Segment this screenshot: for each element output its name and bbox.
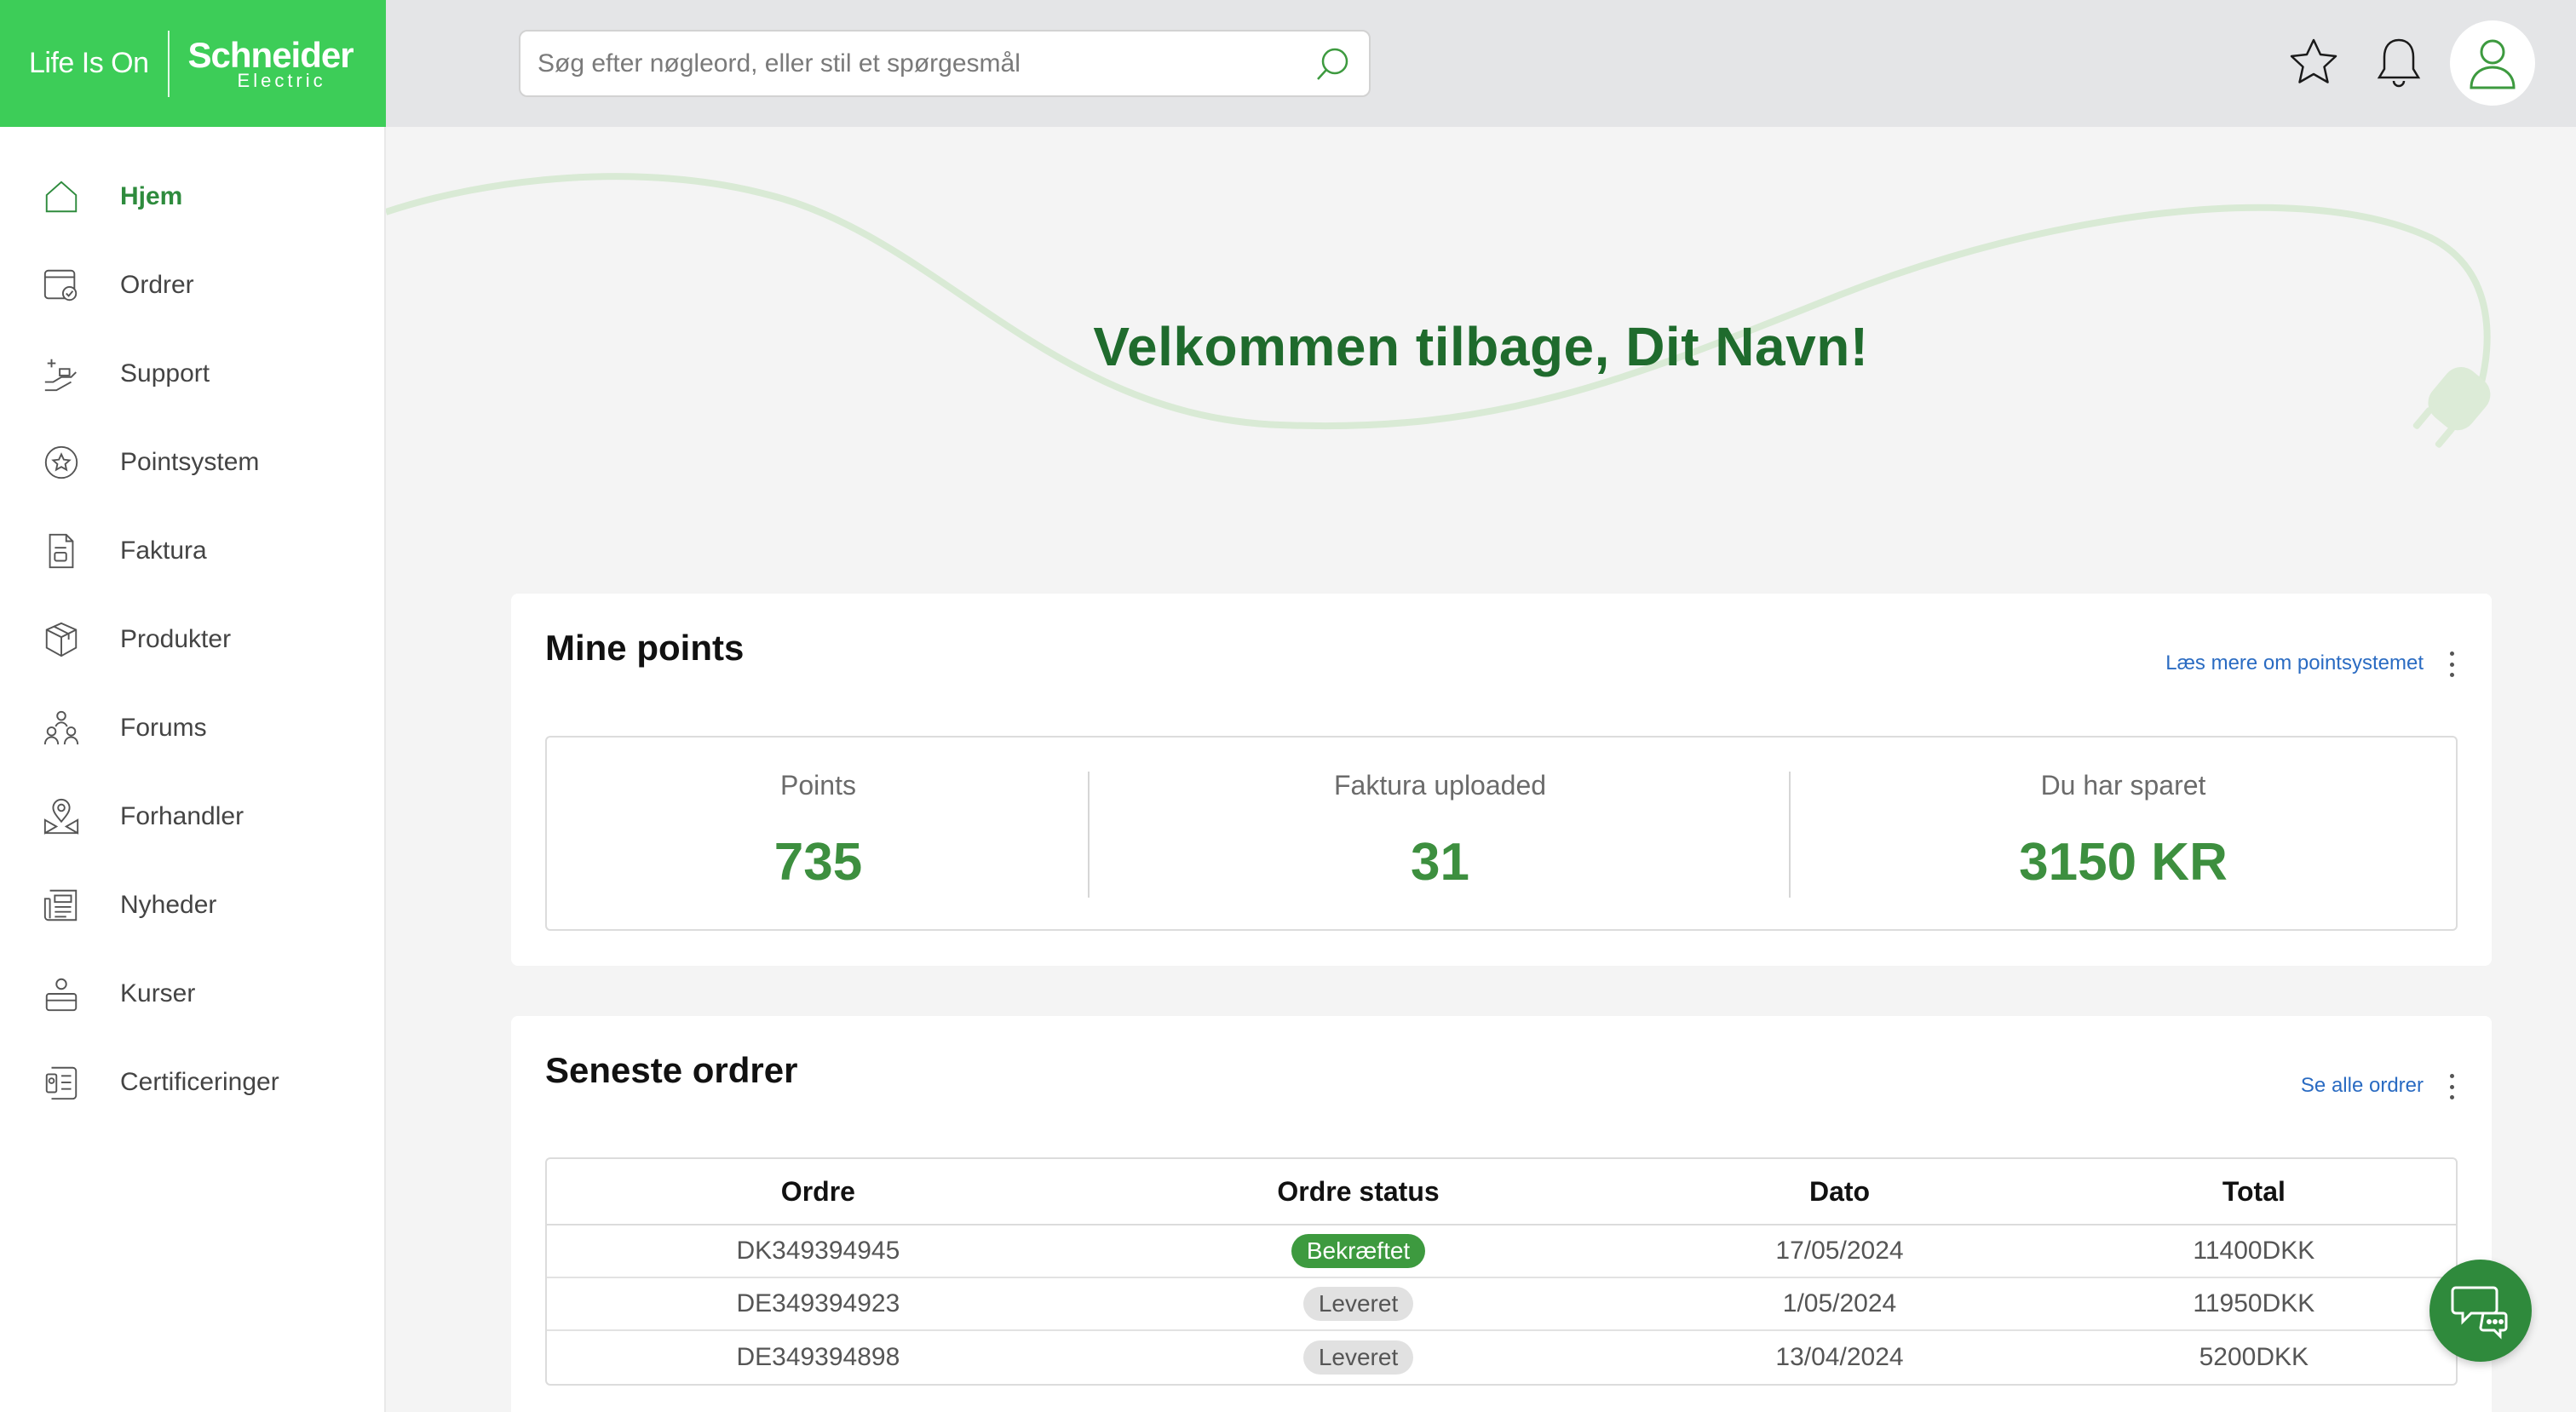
search-bar[interactable] — [519, 30, 1371, 97]
points-card-title: Mine points — [545, 628, 745, 668]
sidebar-nav: Hjem Ordrer Support Pointsystem Faktura — [0, 152, 384, 1127]
order-date: 17/05/2024 — [1627, 1225, 2052, 1278]
welcome-heading: Velkommen tilbage, Dit Navn! — [1093, 316, 1869, 377]
sidebar-item-certificeringer[interactable]: Certificeringer — [0, 1038, 384, 1127]
more-menu-icon[interactable] — [2447, 651, 2456, 677]
points-stats: Points 735 Faktura uploaded 31 Du har sp… — [545, 736, 2458, 931]
sidebar-item-hjem[interactable]: Hjem — [0, 152, 384, 241]
forum-people-icon — [41, 708, 82, 749]
table-row[interactable]: DE349394923 Leveret 1/05/2024 11950DKK — [547, 1278, 2456, 1331]
chat-support-icon — [2451, 1286, 2508, 1340]
column-header: Ordre — [547, 1159, 1090, 1225]
order-status-cell: Bekræftet — [1089, 1225, 1628, 1278]
status-badge: Bekræftet — [1291, 1234, 1426, 1268]
support-icon — [41, 353, 82, 394]
more-menu-icon[interactable] — [2447, 1074, 2456, 1099]
brand-logo[interactable]: Life Is On Schneider Electric — [0, 0, 386, 127]
see-all-orders-link[interactable]: Se alle ordrer — [2301, 1074, 2424, 1098]
search-input[interactable] — [538, 49, 1314, 78]
star-icon[interactable] — [2283, 32, 2344, 94]
certificate-icon — [41, 1062, 82, 1103]
order-status-cell: Leveret — [1089, 1278, 1628, 1331]
table-row[interactable]: DE349394898 Leveret 13/04/2024 5200DKK — [547, 1331, 2456, 1384]
column-header: Dato — [1627, 1159, 2052, 1225]
home-icon — [41, 176, 82, 217]
orders-table: Ordre Ordre status Dato Total DK34939494… — [545, 1157, 2458, 1386]
table-row[interactable]: DK349394945 Bekræftet 17/05/2024 11400DK… — [547, 1225, 2456, 1278]
user-icon — [2470, 39, 2516, 89]
sidebar-item-nyheder[interactable]: Nyheder — [0, 861, 384, 950]
order-date: 1/05/2024 — [1627, 1278, 2052, 1331]
stat-points: Points 735 — [547, 738, 1090, 929]
stat-value: 735 — [773, 833, 863, 892]
header-actions — [2259, 20, 2535, 106]
bell-icon[interactable] — [2368, 32, 2429, 94]
sidebar-item-label: Forhandler — [120, 802, 244, 830]
points-star-icon — [41, 442, 82, 483]
order-id: DE349394898 — [736, 1343, 900, 1371]
order-id: DE349394923 — [547, 1278, 1090, 1331]
status-badge: Leveret — [1302, 1340, 1414, 1375]
stat-label: Faktura uploaded — [1333, 770, 1547, 801]
orders-card: Seneste ordrer Se alle ordrer Ordre Ordr… — [511, 1016, 2492, 1412]
sidebar-item-pointsystem[interactable]: Pointsystem — [0, 418, 384, 507]
top-header — [386, 0, 2576, 127]
brand-sub: Electric — [237, 69, 326, 91]
dealer-location-icon — [41, 796, 82, 837]
sidebar-item-label: Kurser — [120, 979, 196, 1007]
stat-value: 31 — [1411, 833, 1469, 892]
newspaper-icon — [41, 885, 82, 926]
order-status-cell: Leveret — [1090, 1331, 1628, 1384]
sidebar-item-label: Produkter — [120, 625, 232, 653]
stat-label: Du har sparet — [2040, 770, 2206, 801]
sidebar-item-label: Support — [120, 359, 210, 387]
stat-invoices: Faktura uploaded 31 — [1090, 738, 1791, 929]
orders-card-title: Seneste ordrer — [545, 1050, 798, 1090]
sidebar-item-faktura[interactable]: Faktura — [0, 507, 384, 595]
sidebar-item-forums[interactable]: Forums — [0, 684, 384, 772]
order-date: 13/04/2024 — [1775, 1343, 1904, 1371]
order-total: 11400DKK — [2051, 1225, 2456, 1278]
logo-divider — [167, 30, 170, 97]
table-header-row: Ordre Ordre status Dato Total — [547, 1159, 2456, 1225]
user-avatar[interactable] — [2450, 20, 2535, 106]
order-total: 11950DKK — [2051, 1278, 2456, 1331]
brand-name: Schneider — [187, 34, 354, 75]
sidebar-item-kurser[interactable]: Kurser — [0, 950, 384, 1038]
sidebar-item-label: Hjem — [120, 182, 183, 210]
order-id: DK349394945 — [547, 1225, 1090, 1278]
brand-tagline: Life Is On — [29, 47, 149, 79]
course-icon — [41, 973, 82, 1014]
search-icon[interactable] — [1314, 45, 1352, 83]
stat-savings: Du har sparet 3150 KR — [1791, 738, 2456, 929]
sidebar-item-label: Ordrer — [120, 271, 194, 299]
sidebar-item-label: Forums — [120, 714, 207, 742]
sidebar-item-label: Faktura — [120, 537, 207, 565]
points-card: Mine points Læs mere om pointsystemet Po… — [511, 594, 2492, 966]
sidebar-item-ordrer[interactable]: Ordrer — [0, 241, 384, 330]
points-info-link[interactable]: Læs mere om pointsystemet — [2165, 651, 2424, 675]
sidebar-item-label: Nyheder — [120, 891, 217, 919]
column-header: Total — [2051, 1159, 2456, 1225]
stat-value: 3150 KR — [2019, 833, 2228, 892]
sidebar-item-produkter[interactable]: Produkter — [0, 595, 384, 684]
orders-icon — [41, 265, 82, 306]
sidebar-item-label: Pointsystem — [120, 448, 260, 476]
order-total: 5200DKK — [2199, 1343, 2309, 1371]
chat-support-button[interactable] — [2429, 1260, 2532, 1362]
stat-label: Points — [780, 770, 856, 801]
sidebar-item-support[interactable]: Support — [0, 330, 384, 418]
brand-wordmark: Schneider Electric — [188, 37, 354, 90]
status-badge: Leveret — [1302, 1287, 1414, 1321]
box-icon — [41, 619, 82, 660]
sidebar-item-label: Certificeringer — [120, 1068, 279, 1096]
sidebar-item-forhandler[interactable]: Forhandler — [0, 772, 384, 861]
column-header: Ordre status — [1089, 1159, 1628, 1225]
sidebar: Life Is On Schneider Electric Hjem Ordre… — [0, 0, 386, 1412]
invoice-icon — [41, 531, 82, 571]
